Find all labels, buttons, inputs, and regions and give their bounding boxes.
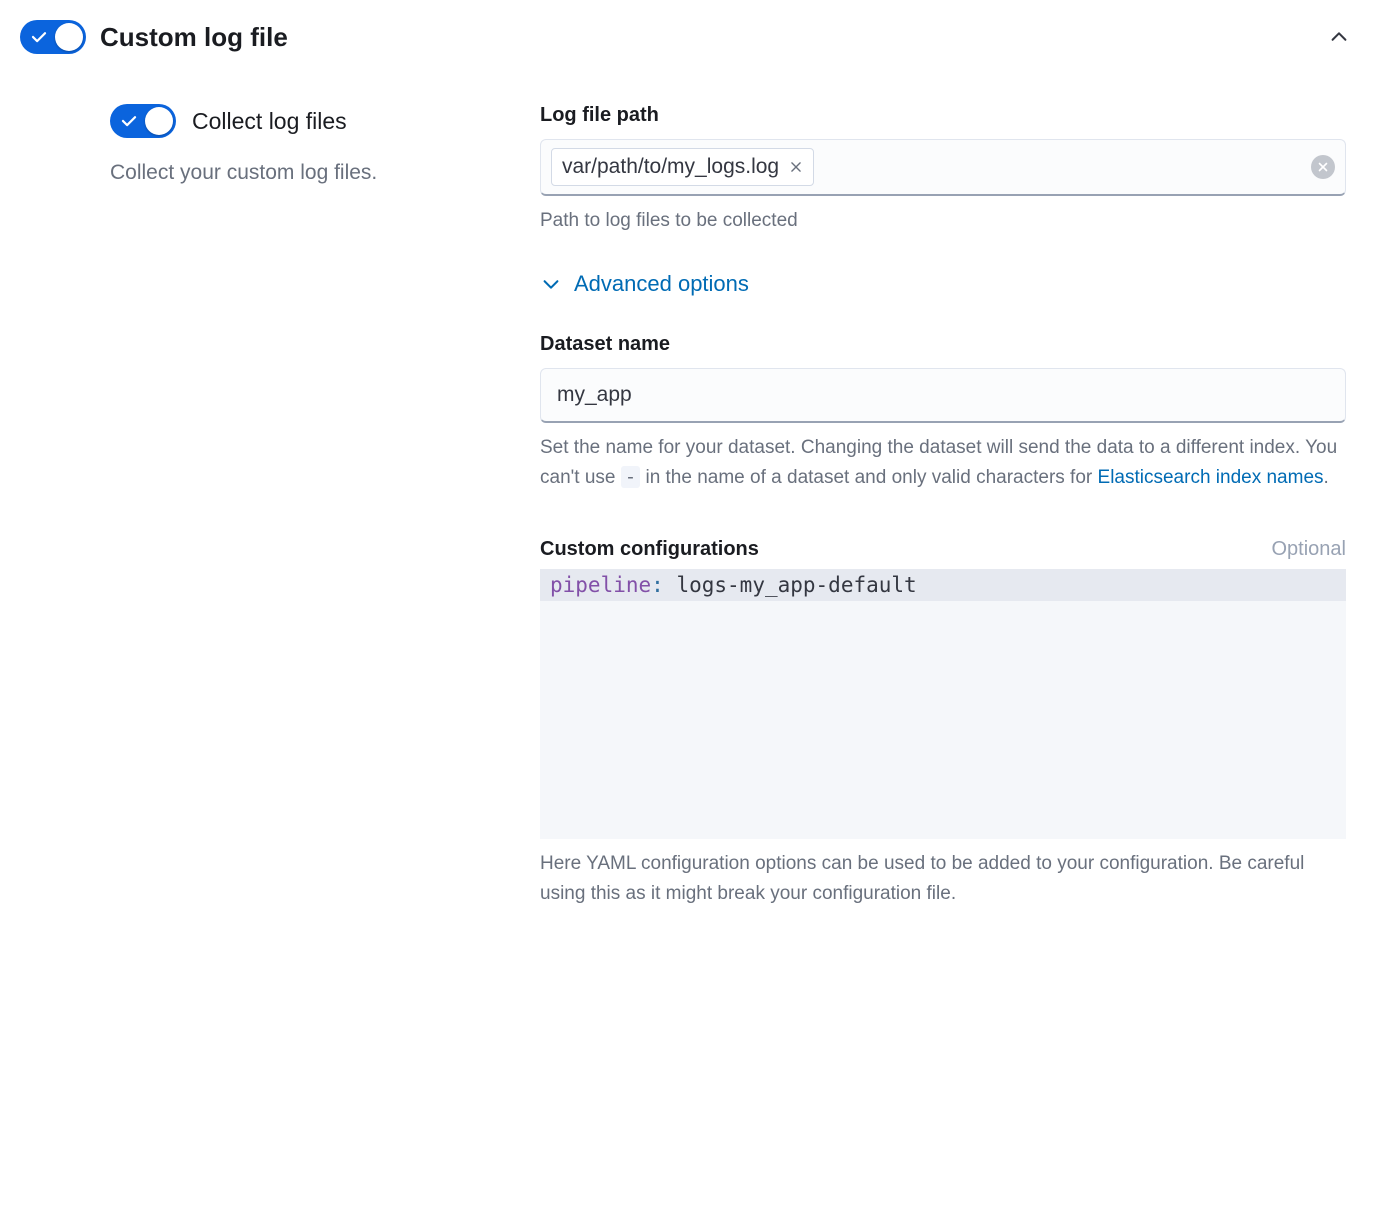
dataset-name-field: Dataset name Set the name for your datas…: [540, 333, 1346, 492]
dataset-name-label: Dataset name: [540, 333, 1346, 356]
custom-configurations-label: Custom configurations: [540, 538, 759, 561]
dataset-help-text-2: in the name of a dataset and only valid …: [640, 467, 1097, 488]
collect-description: Collect your custom log files.: [110, 158, 500, 188]
log-file-path-field: Log file path var/path/to/my_logs.log Pa…: [540, 104, 1346, 235]
custom-configurations-help: Here YAML configuration options can be u…: [540, 849, 1346, 908]
collect-log-files-toggle[interactable]: [110, 104, 176, 138]
advanced-options-label: Advanced options: [574, 271, 749, 297]
optional-tag: Optional: [1272, 538, 1347, 561]
path-pill-text: var/path/to/my_logs.log: [562, 155, 779, 179]
dataset-help-code: -: [621, 466, 640, 488]
yaml-key: pipeline: [550, 573, 651, 597]
collect-row: Collect log files: [110, 104, 500, 138]
custom-configurations-editor[interactable]: pipeline: logs-my_app-default: [540, 569, 1346, 839]
check-icon: [30, 28, 48, 46]
collect-label: Collect log files: [192, 108, 347, 135]
log-file-path-help: Path to log files to be collected: [540, 206, 1346, 235]
right-column: Log file path var/path/to/my_logs.log Pa…: [540, 104, 1356, 908]
log-file-path-input[interactable]: var/path/to/my_logs.log: [540, 139, 1346, 196]
collapse-toggle[interactable]: [1322, 20, 1356, 54]
yaml-value: logs-my_app-default: [676, 573, 916, 597]
left-column: Collect log files Collect your custom lo…: [20, 104, 500, 908]
advanced-options-toggle[interactable]: Advanced options: [540, 271, 1346, 297]
section-header: Custom log file: [20, 20, 1356, 54]
code-line: pipeline: logs-my_app-default: [540, 569, 1346, 601]
custom-log-file-toggle[interactable]: [20, 20, 86, 54]
dataset-help-text-3: .: [1324, 467, 1329, 488]
close-icon: [1317, 161, 1329, 173]
custom-configurations-field: Custom configurations Optional pipeline:…: [540, 538, 1346, 908]
chevron-up-icon: [1328, 26, 1350, 48]
dataset-name-help: Set the name for your dataset. Changing …: [540, 433, 1346, 492]
section-body: Collect log files Collect your custom lo…: [20, 104, 1356, 908]
clear-all-button[interactable]: [1311, 155, 1335, 179]
dataset-name-input[interactable]: [540, 368, 1346, 423]
section-title: Custom log file: [100, 22, 1308, 53]
check-icon: [120, 112, 138, 130]
elasticsearch-index-names-link[interactable]: Elasticsearch index names: [1098, 467, 1324, 488]
remove-pill-button[interactable]: [789, 160, 803, 174]
log-file-path-label: Log file path: [540, 104, 1346, 127]
chevron-down-icon: [540, 273, 562, 295]
path-pill: var/path/to/my_logs.log: [551, 148, 814, 186]
